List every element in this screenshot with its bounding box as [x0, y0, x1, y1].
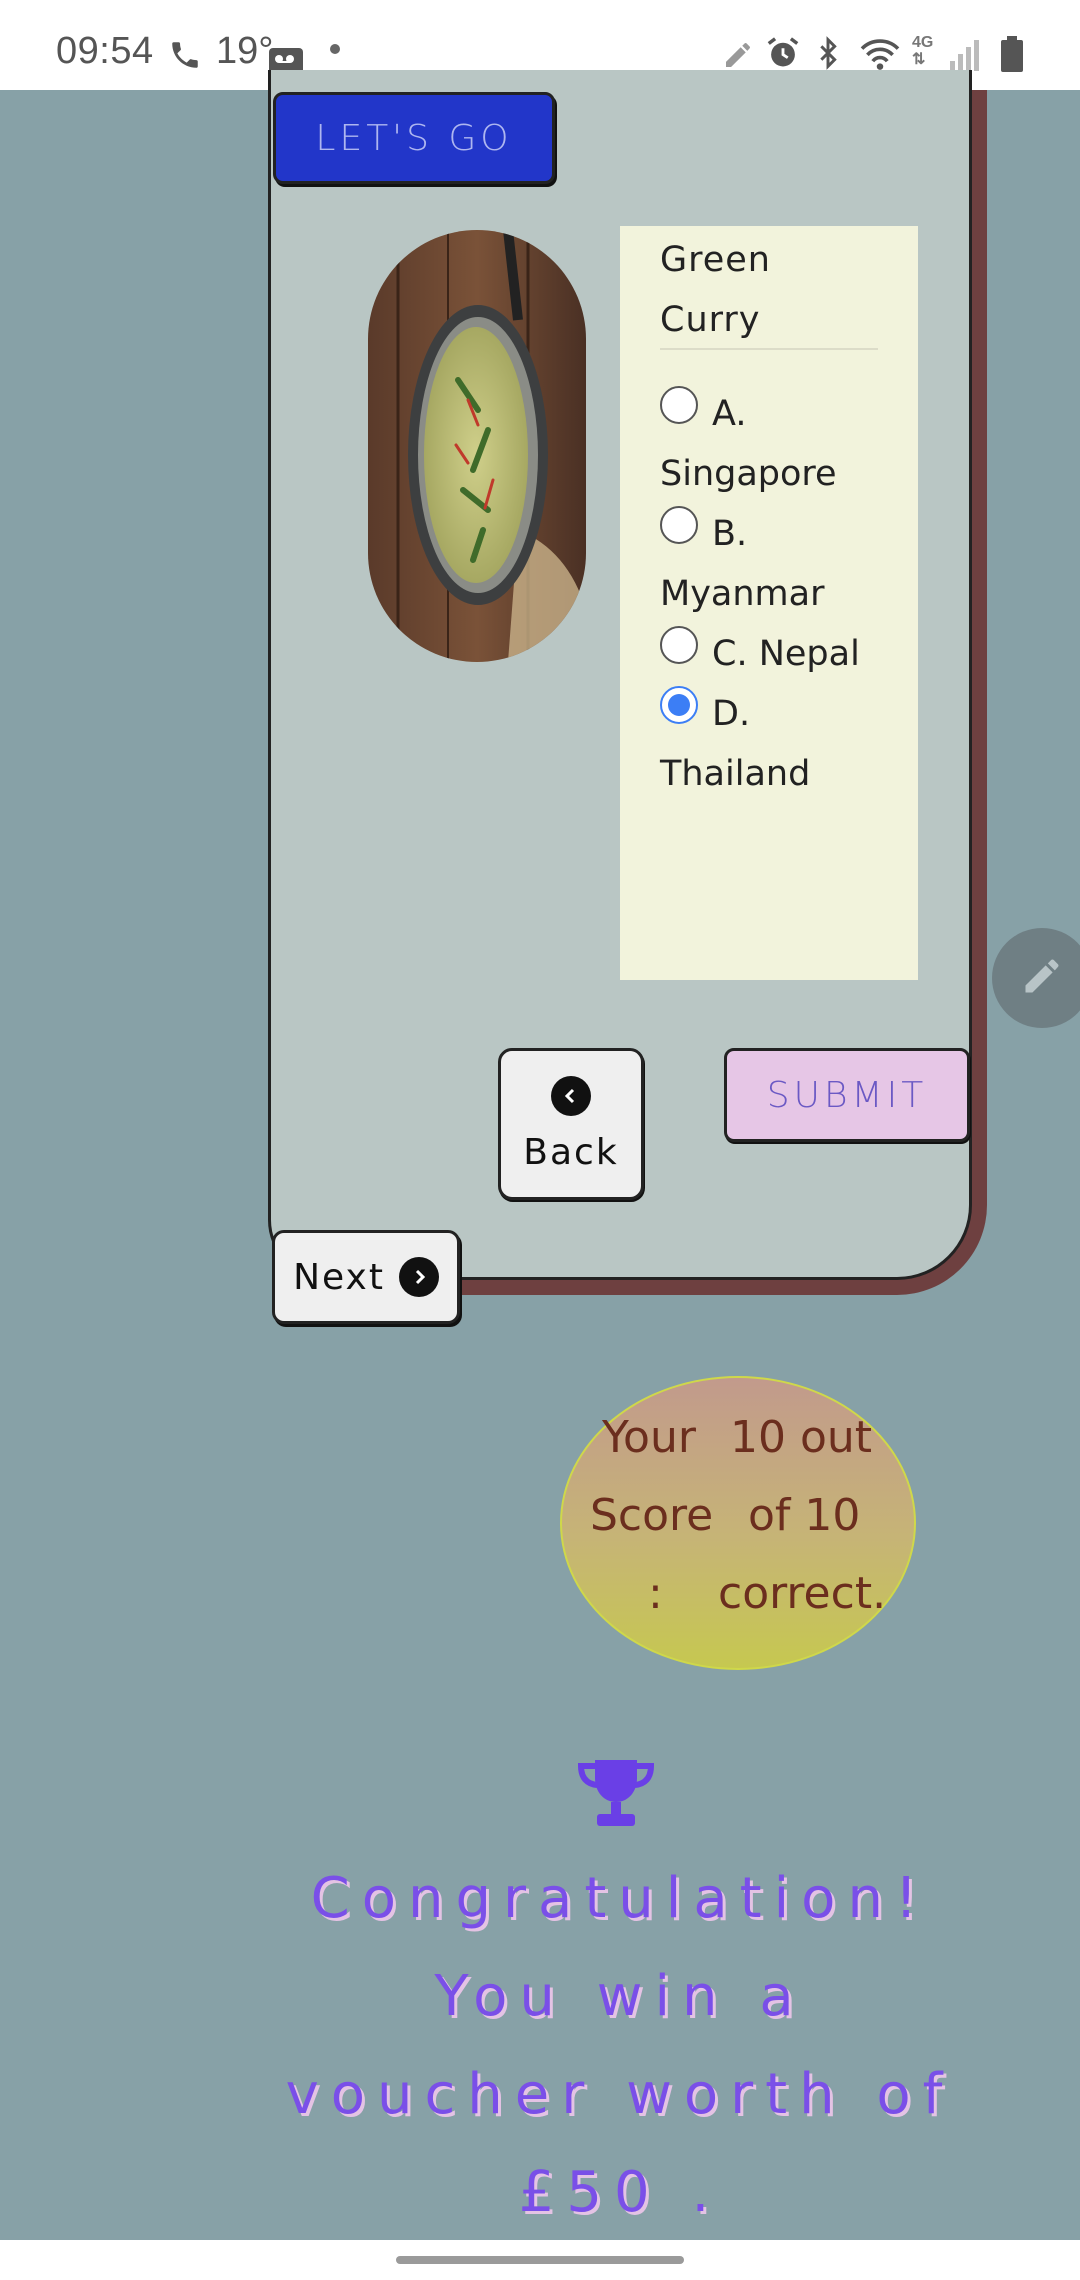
- score-value-correct: correct.: [718, 1568, 887, 1619]
- pencil-icon: [1020, 954, 1064, 1002]
- option-d-radio[interactable]: [660, 686, 698, 724]
- option-a-radio[interactable]: [660, 386, 698, 424]
- green-curry-image: [368, 230, 586, 662]
- edit-fab[interactable]: [992, 928, 1080, 1028]
- answer-options-panel: Green Curry A. Singapore B. Myanmar C. N…: [620, 226, 918, 980]
- congrats-line-1: Congratulation!: [310, 1866, 930, 1931]
- submit-button[interactable]: SUBMIT: [724, 1048, 970, 1142]
- option-d[interactable]: D. Thailand: [660, 684, 878, 804]
- congrats-line-2: You win a: [434, 1964, 806, 2029]
- option-c-label: C. Nepal: [712, 634, 860, 674]
- back-button[interactable]: Back: [498, 1048, 644, 1200]
- score-label-colon: :: [648, 1568, 663, 1619]
- congratulation-message: Congratulation! You win a voucher worth …: [250, 1850, 990, 2242]
- phone-icon: [168, 38, 202, 82]
- congrats-line-3: voucher worth of: [285, 2062, 955, 2127]
- home-gesture-handle[interactable]: [396, 2256, 684, 2264]
- option-c-radio[interactable]: [660, 626, 698, 664]
- option-b-radio[interactable]: [660, 506, 698, 544]
- dish-name: Green Curry: [660, 240, 771, 340]
- battery-icon: [1000, 36, 1024, 82]
- congrats-line-4: £50 .: [518, 2160, 722, 2225]
- score-bubble: Your 10 out Score of 10 : correct.: [560, 1376, 916, 1670]
- chevron-right-icon: [398, 1257, 439, 1297]
- next-label: Next: [293, 1256, 385, 1298]
- lets-go-button[interactable]: LET'S GO: [273, 92, 555, 184]
- score-label-score: Score: [590, 1490, 714, 1541]
- chevron-left-icon: [551, 1075, 591, 1116]
- notification-dot: [330, 44, 340, 54]
- trophy-icon: [575, 1758, 657, 1830]
- score-label-your: Your: [602, 1412, 696, 1463]
- next-button[interactable]: Next: [272, 1230, 460, 1324]
- option-a[interactable]: A. Singapore: [660, 384, 878, 504]
- option-b[interactable]: B. Myanmar: [660, 504, 878, 624]
- score-value-of: of 10: [748, 1490, 861, 1541]
- score-value-out: 10 out: [730, 1412, 873, 1463]
- status-time: 09:54: [56, 30, 154, 72]
- 4g-icon: 4G ⇅: [912, 34, 934, 68]
- option-c[interactable]: C. Nepal: [660, 624, 878, 684]
- status-temperature: 19°: [216, 30, 274, 72]
- back-label: Back: [523, 1131, 619, 1173]
